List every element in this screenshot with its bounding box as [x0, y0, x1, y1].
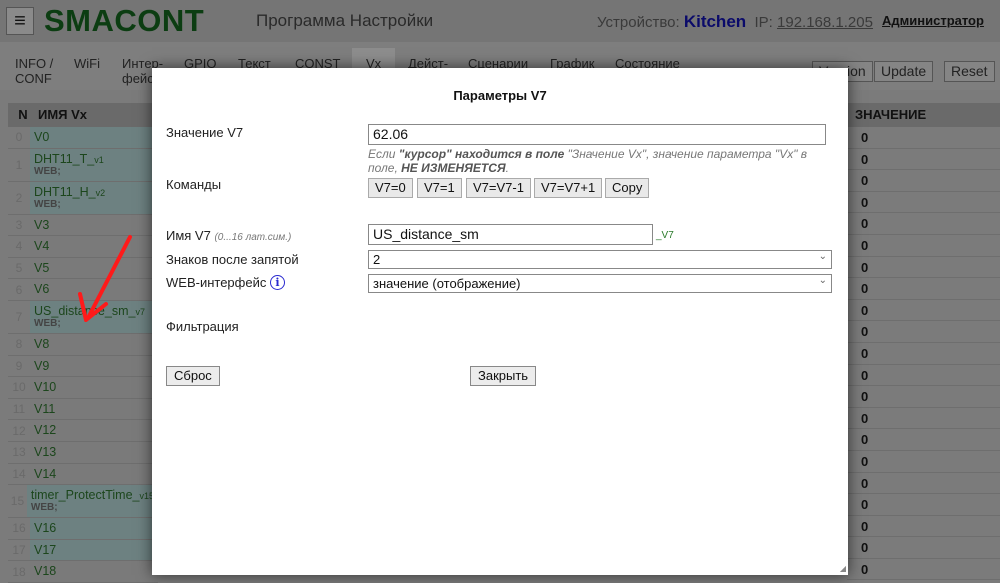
- dialog-title: Параметры V7: [453, 88, 547, 103]
- device-label: Устройство:: [597, 14, 680, 31]
- update-button[interactable]: Update: [874, 61, 934, 82]
- resize-handle-icon[interactable]: ◢: [840, 564, 846, 573]
- value-cell: 0: [847, 559, 1000, 581]
- commands-label: Команды: [166, 177, 222, 192]
- col-value: ЗНАЧЕНИЕ: [847, 103, 1000, 127]
- value-cell: 0: [847, 537, 1000, 559]
- value-input[interactable]: 62.06: [368, 124, 826, 145]
- close-button[interactable]: Закрыть: [470, 366, 537, 386]
- value-cell: 0: [847, 516, 1000, 538]
- value-table: ЗНАЧЕНИЕ 000000000000000000000: [847, 103, 1000, 581]
- reset-dialog-button[interactable]: Сброс: [166, 366, 220, 386]
- value-cell: 0: [847, 343, 1000, 365]
- value-cell: 0: [847, 408, 1000, 430]
- value-cell: 0: [847, 235, 1000, 257]
- cmd-set-0-button[interactable]: V7=0: [368, 178, 413, 198]
- value-label: Значение V7: [166, 125, 244, 140]
- value-cell: 0: [847, 494, 1000, 516]
- decimals-label: Знаков после запятой: [166, 252, 299, 267]
- name-label: Имя V7 (0...16 лат.сим.): [166, 228, 292, 243]
- chevron-down-icon: ⌄: [818, 275, 827, 286]
- value-cell: 0: [847, 192, 1000, 214]
- cmd-decrement-button[interactable]: V7=V7-1: [466, 178, 531, 198]
- copy-button[interactable]: Copy: [605, 178, 650, 198]
- value-cell: 0: [847, 429, 1000, 451]
- ip-label: IP:: [754, 14, 773, 31]
- value-cell: 0: [847, 127, 1000, 149]
- value-cell: 0: [847, 321, 1000, 343]
- chevron-down-icon: ⌄: [818, 251, 827, 262]
- value-cell: 0: [847, 278, 1000, 300]
- device-name: Kitchen: [683, 12, 747, 31]
- value-cell: 0: [847, 170, 1000, 192]
- value-cell: 0: [847, 386, 1000, 408]
- name-suffix: _V7: [656, 230, 674, 241]
- annotation-arrow: [78, 235, 132, 322]
- cmd-set-1-button[interactable]: V7=1: [417, 178, 462, 198]
- value-cell: 0: [847, 149, 1000, 171]
- filter-label: Фильтрация: [166, 319, 239, 334]
- value-cell: 0: [847, 473, 1000, 495]
- parameters-dialog: Параметры V7 Значение V7 62.06 Если "кур…: [152, 68, 848, 575]
- value-cell: 0: [847, 365, 1000, 387]
- page-subtitle: Программа Настройки: [256, 11, 434, 30]
- ip-link[interactable]: 192.168.1.205: [777, 14, 873, 31]
- cmd-increment-button[interactable]: V7=V7+1: [534, 178, 603, 198]
- name-input[interactable]: US_distance_sm: [368, 224, 653, 245]
- value-cell: 0: [847, 213, 1000, 235]
- value-cell: 0: [847, 300, 1000, 322]
- value-cell: 0: [847, 257, 1000, 279]
- decimals-select[interactable]: 2 ⌄: [368, 250, 832, 269]
- user-link[interactable]: Администратор: [882, 13, 984, 28]
- value-note: Если "курсор" находится в поле "Значение…: [368, 147, 808, 175]
- web-label: WEB-интерфейс i: [166, 275, 285, 290]
- device-info: Устройство: Kitchen IP: 192.168.1.205: [597, 12, 873, 32]
- value-cell: 0: [847, 451, 1000, 473]
- reset-button[interactable]: Reset: [944, 61, 995, 82]
- info-icon[interactable]: i: [269, 275, 285, 290]
- web-select[interactable]: значение (отображение) ⌄: [368, 274, 832, 293]
